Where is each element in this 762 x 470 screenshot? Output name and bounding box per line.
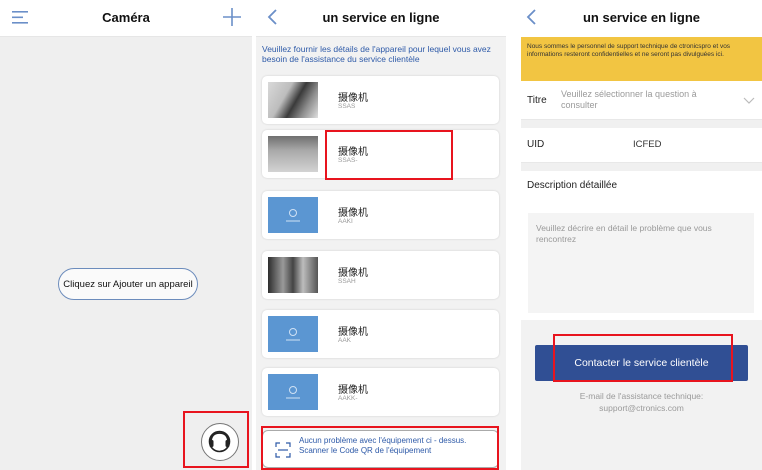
highlight-box: [553, 334, 733, 382]
device-uid: AAK: [338, 337, 352, 344]
device-card[interactable]: 摄像机 AAKI: [262, 191, 499, 239]
divider: [521, 163, 762, 171]
camera-placeholder-icon: [286, 209, 300, 222]
description-header: Description détaillée: [521, 171, 762, 205]
device-select-screen: un service en ligne Veuillez fournir les…: [256, 0, 506, 470]
uid-field[interactable]: UID ICFED: [521, 128, 762, 163]
title-label: Titre: [527, 95, 547, 106]
device-thumbnail: [268, 316, 318, 352]
description-label: Description détaillée: [527, 180, 618, 191]
device-thumbnail: [268, 82, 318, 118]
device-name: 摄像机: [338, 385, 368, 396]
add-device-icon[interactable]: [222, 7, 242, 27]
chevron-down-icon: [743, 97, 755, 104]
page-title: Caméra: [102, 10, 150, 25]
add-device-button[interactable]: Cliquez sur Ajouter un appareil: [58, 268, 198, 300]
top-bar: un service en ligne: [256, 0, 506, 37]
camera-placeholder-icon: [286, 386, 300, 399]
description-placeholder: Veuillez décrire en détail le problème q…: [536, 223, 712, 244]
description-textarea[interactable]: Veuillez décrire en détail le problème q…: [528, 213, 754, 313]
email-label: E-mail de l'assistance technique:: [579, 391, 704, 401]
device-uid: AAKI: [338, 218, 353, 225]
title-select[interactable]: Titre Veuillez sélectionner la question …: [521, 81, 762, 120]
camera-placeholder-icon: [286, 328, 300, 341]
uid-value: ICFED: [633, 139, 662, 150]
page-title: un service en ligne: [582, 10, 701, 25]
device-name: 摄像机: [338, 208, 368, 219]
privacy-notice: Nous sommes le personnel de support tech…: [521, 37, 762, 81]
highlight-box: [183, 411, 249, 468]
device-name: 摄像机: [338, 93, 368, 104]
support-form-screen: un service en ligne Nous sommes le perso…: [513, 0, 762, 470]
device-name: 摄像机: [338, 268, 368, 279]
page-title: un service en ligne: [322, 10, 440, 25]
device-card[interactable]: 摄像机 SSAH: [262, 251, 499, 299]
device-card[interactable]: 摄像机 AAKK-: [262, 368, 499, 416]
device-uid: AAKK-: [338, 395, 358, 402]
uid-label: UID: [527, 139, 545, 150]
device-uid: SSAS: [338, 103, 356, 110]
highlight-box: [325, 130, 453, 180]
top-bar: Caméra: [0, 0, 252, 37]
camera-list-screen: Caméra Cliquez sur Ajouter un appareil: [0, 0, 252, 470]
device-uid: SSAH: [338, 278, 356, 285]
device-card[interactable]: 摄像机 SSAS: [262, 76, 499, 124]
device-thumbnail: [268, 374, 318, 410]
divider: [521, 120, 762, 128]
title-placeholder: Veuillez sélectionner la question à cons…: [561, 89, 697, 110]
device-card[interactable]: 摄像机 AAK: [262, 310, 499, 358]
device-thumbnail: [268, 257, 318, 293]
device-thumbnail: [268, 136, 318, 172]
highlight-box: [261, 426, 499, 470]
email-address: support@ctronics.com: [599, 403, 684, 413]
device-thumbnail: [268, 197, 318, 233]
device-name: 摄像机: [338, 327, 368, 338]
privacy-notice-text: Nous sommes le personnel de support tech…: [527, 43, 731, 58]
top-bar: un service en ligne: [521, 0, 762, 36]
support-email: E-mail de l'assistance technique: suppor…: [521, 390, 762, 414]
intro-text: Veuillez fournir les détails de l'appare…: [262, 44, 491, 64]
